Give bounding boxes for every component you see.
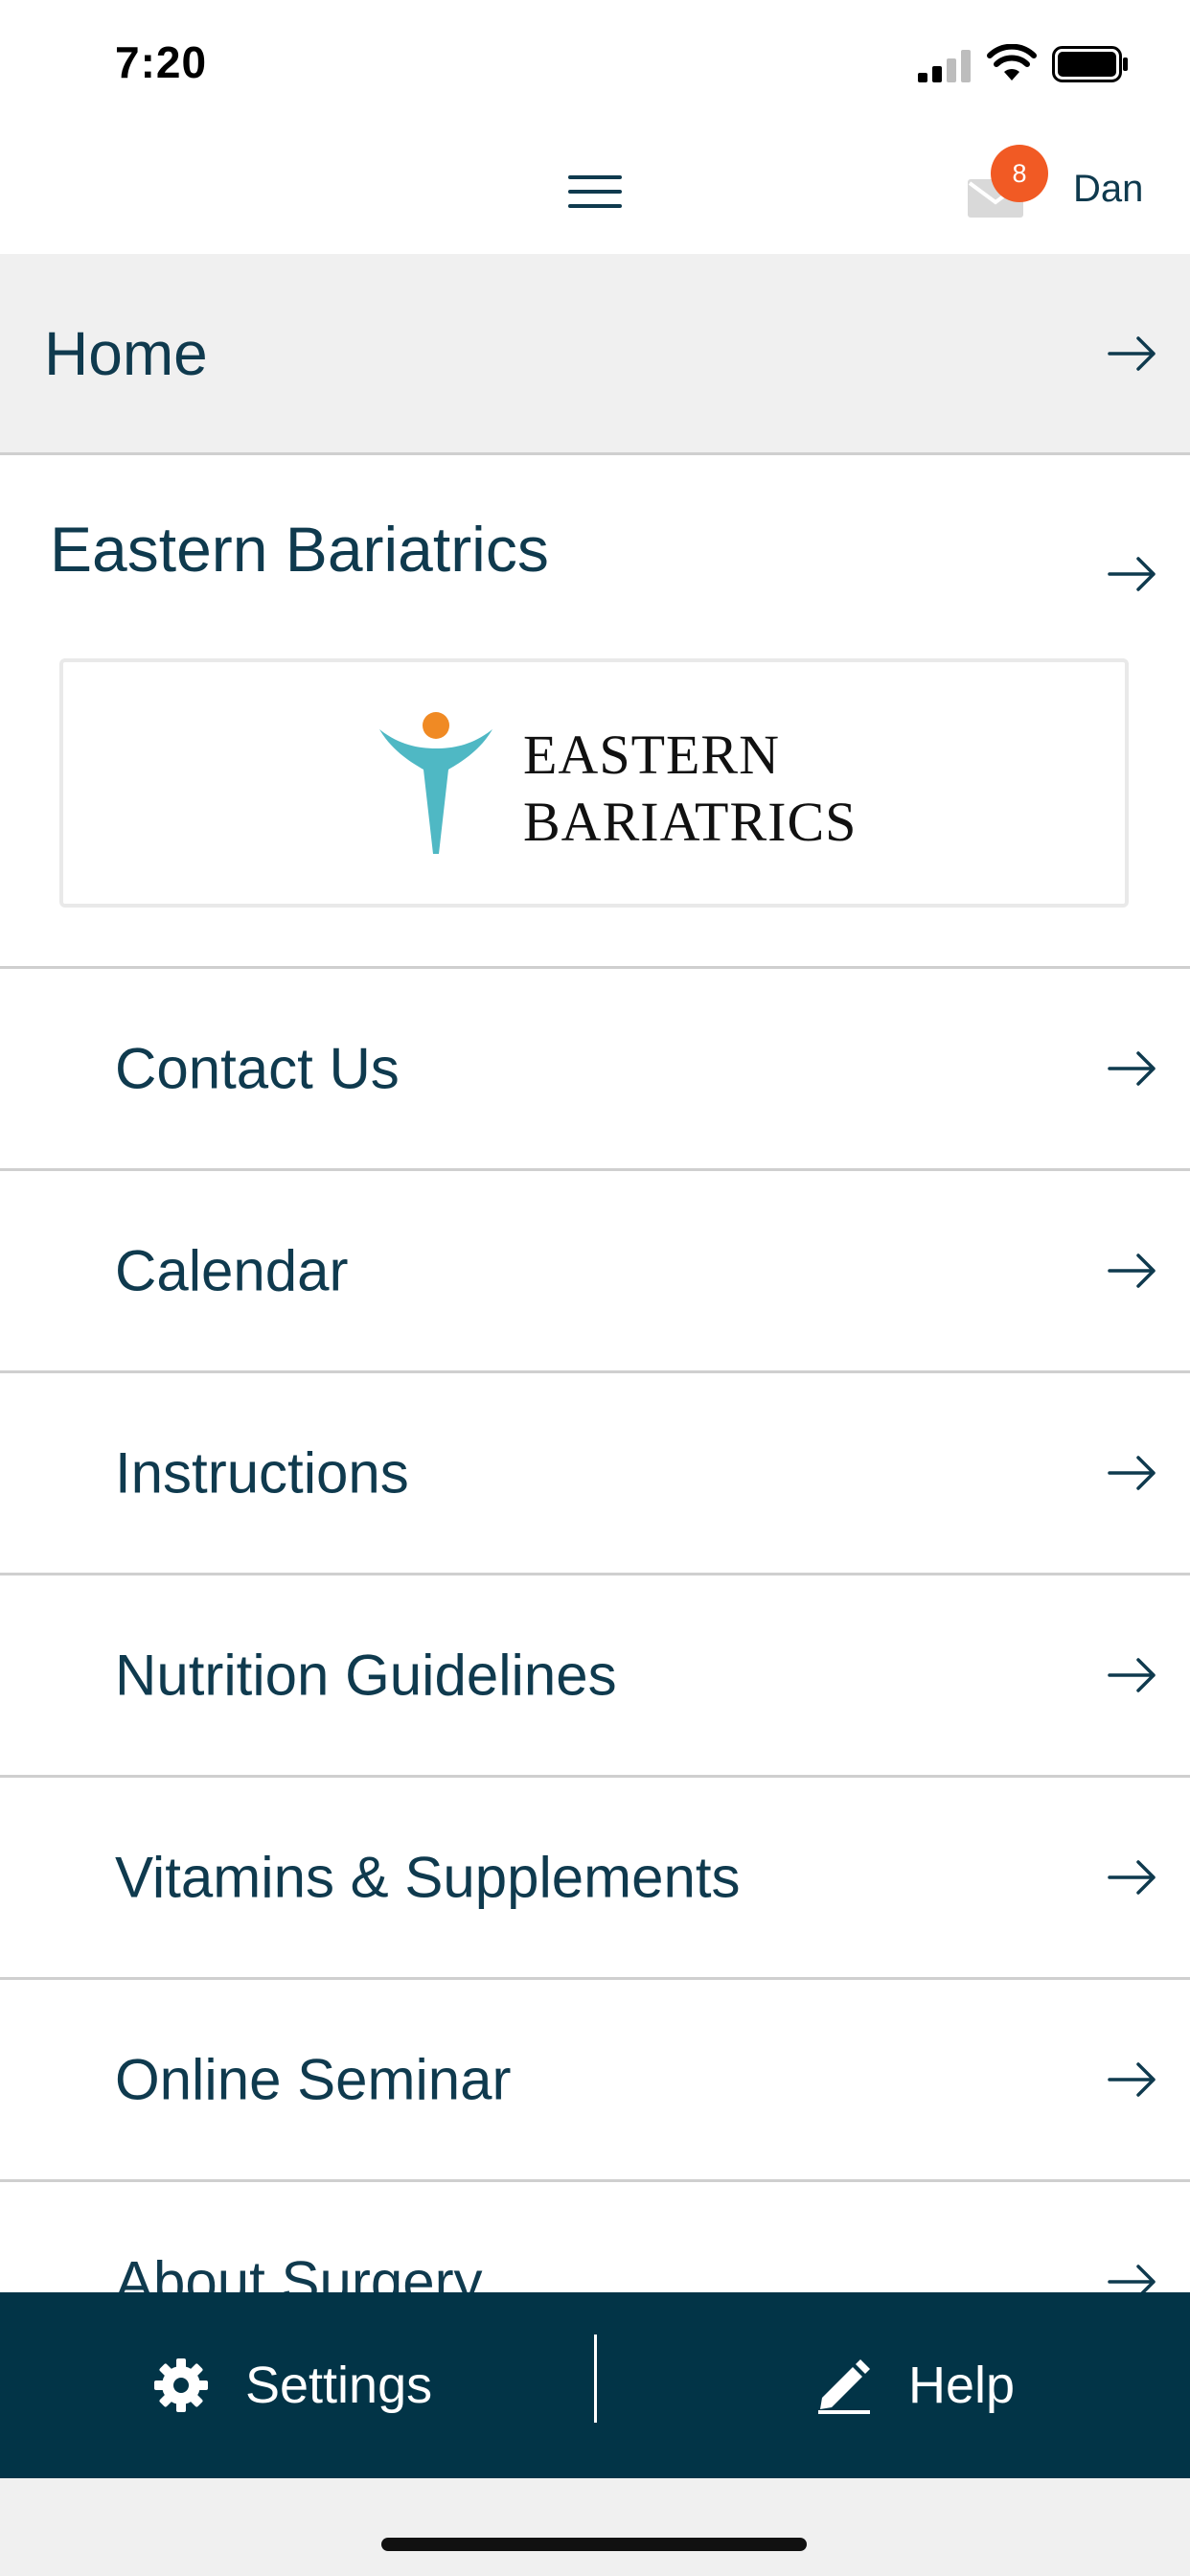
arrow-right-icon — [1108, 1051, 1156, 1086]
nav-item-contact-us[interactable]: Contact Us — [0, 969, 1190, 1171]
cellular-signal-icon — [918, 50, 971, 82]
arrow-right-icon — [1108, 1658, 1156, 1692]
user-name[interactable]: Dan — [1073, 168, 1143, 211]
help-button[interactable]: Help — [814, 2292, 1015, 2478]
home-indicator-area — [0, 2478, 1190, 2576]
arrow-right-icon — [1108, 335, 1156, 371]
help-label: Help — [908, 2357, 1016, 2414]
arrow-right-icon — [1108, 1860, 1156, 1895]
logo-line-2: BARIATRICS — [523, 791, 858, 853]
nav-item-eastern-bariatrics[interactable]: Eastern Bariatrics EASTERN BARIATRICS — [0, 455, 1190, 969]
nav-item-label: Nutrition Guidelines — [115, 1643, 617, 1708]
logo-wordmark: EASTERN BARIATRICS — [523, 722, 857, 856]
arrow-right-icon — [1108, 1254, 1156, 1288]
nav-item-label: Online Seminar — [115, 2047, 512, 2112]
nav-item-label: Calendar — [115, 1238, 349, 1303]
nav-item-label: Contact Us — [115, 1036, 400, 1101]
status-time: 7:20 — [115, 37, 208, 87]
wifi-icon — [987, 44, 1037, 80]
app-header: 8 Dan — [0, 129, 1190, 254]
pencil-icon — [818, 2359, 870, 2414]
nav-item-label: Home — [44, 318, 208, 388]
home-indicator[interactable] — [381, 2538, 807, 2551]
unread-count-badge: 8 — [991, 145, 1048, 202]
practice-logo: EASTERN BARIATRICS — [59, 658, 1129, 908]
settings-label: Settings — [245, 2357, 433, 2414]
menu-button[interactable] — [563, 168, 627, 216]
nav-item-online-seminar[interactable]: Online Seminar — [0, 1980, 1190, 2182]
practice-title: Eastern Bariatrics — [50, 514, 549, 585]
bottom-toolbar: Settings Help — [0, 2292, 1190, 2478]
gear-icon — [154, 2358, 208, 2412]
settings-button[interactable]: Settings — [151, 2292, 432, 2478]
nav-item-instructions[interactable]: Instructions — [0, 1373, 1190, 1576]
nav-item-label: Vitamins & Supplements — [115, 1845, 741, 1910]
nav-item-nutrition-guidelines[interactable]: Nutrition Guidelines — [0, 1576, 1190, 1778]
battery-icon — [1052, 46, 1128, 82]
toolbar-divider — [594, 2334, 597, 2423]
messages-button[interactable]: 8 — [958, 139, 1064, 244]
arrow-right-icon — [1108, 557, 1156, 591]
nav-item-home[interactable]: Home — [0, 254, 1190, 455]
nav-item-label: Instructions — [115, 1440, 409, 1506]
nav-item-calendar[interactable]: Calendar — [0, 1171, 1190, 1373]
status-bar: 7:20 — [0, 0, 1190, 129]
arrow-right-icon — [1108, 1456, 1156, 1490]
logo-figure-icon — [379, 712, 492, 854]
arrow-right-icon — [1108, 2062, 1156, 2097]
logo-line-1: EASTERN — [523, 724, 780, 786]
nav-item-vitamins-supplements[interactable]: Vitamins & Supplements — [0, 1778, 1190, 1980]
